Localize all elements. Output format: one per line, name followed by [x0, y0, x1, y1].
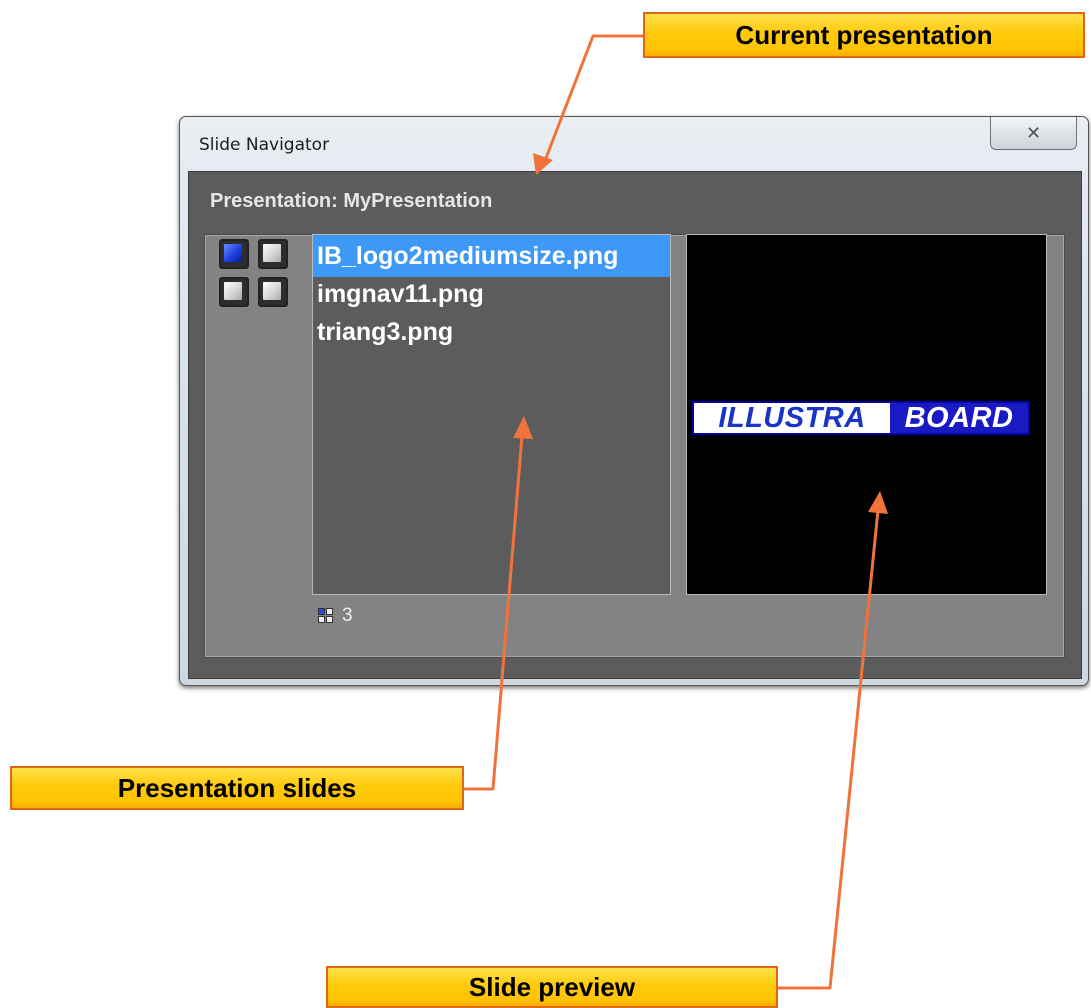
slide-navigator-window: Slide Navigator ✕ Presentation: MyPresen…	[179, 116, 1089, 686]
logo-text-left: ILLUSTRA	[694, 403, 890, 433]
layout-blue-square-icon[interactable]	[219, 239, 249, 269]
slide-list-item[interactable]: imgnav11.png	[313, 273, 670, 315]
slide-count-value: 3	[342, 605, 353, 626]
slide-list-item[interactable]: triang3.png	[313, 311, 670, 353]
illustraboard-logo: ILLUSTRA BOARD	[692, 401, 1030, 435]
close-x-icon: ✕	[1025, 122, 1042, 144]
slide-list[interactable]: IB_logo2mediumsize.png imgnav11.png tria…	[312, 234, 671, 595]
logo-text-right: BOARD	[890, 403, 1028, 433]
layout-gray-square-icon[interactable]	[258, 239, 288, 269]
window-client-area: Presentation: MyPresentation IB_logo2med…	[188, 171, 1082, 679]
slide-count: 3	[318, 605, 353, 626]
navigator-panel: IB_logo2mediumsize.png imgnav11.png tria…	[204, 234, 1065, 658]
callout-current-presentation: Current presentation	[643, 12, 1085, 58]
callout-slide-preview-text: Slide preview	[468, 971, 636, 1002]
presentation-label: Presentation: MyPresentation	[210, 190, 493, 212]
close-button[interactable]: ✕	[990, 117, 1077, 150]
slide-list-item[interactable]: IB_logo2mediumsize.png	[313, 235, 670, 277]
callout-presentation-slides: Presentation slides	[10, 766, 464, 810]
callout-presentation-slides-text: Presentation slides	[117, 772, 357, 803]
slide-preview: ILLUSTRA BOARD	[686, 234, 1047, 595]
callout-slide-preview: Slide preview	[326, 966, 778, 1008]
slides-grid-icon	[318, 608, 334, 624]
layout-gray-square-icon[interactable]	[219, 277, 249, 307]
callout-current-presentation-text: Current presentation	[735, 19, 993, 50]
window-title: Slide Navigator	[199, 135, 330, 155]
layout-gray-square-icon[interactable]	[258, 277, 288, 307]
